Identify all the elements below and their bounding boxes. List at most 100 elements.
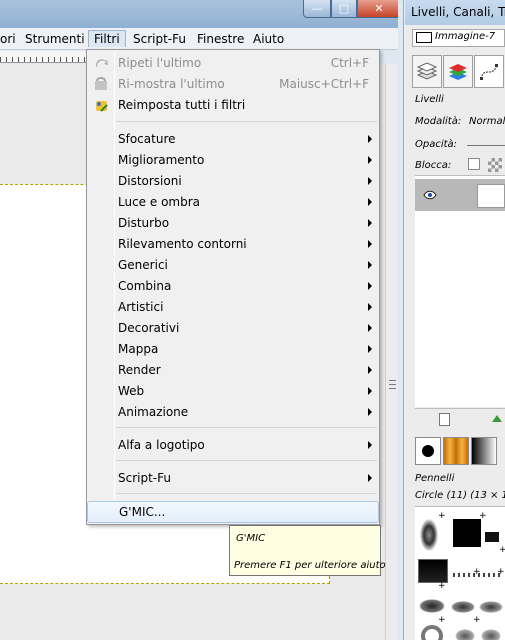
menu-item-label: Reimposta tutti i filtri — [118, 98, 246, 112]
menu-item-label: Disturbo — [118, 216, 170, 230]
menu-item-label: Combina — [118, 279, 172, 293]
submenu-arrow-icon — [368, 282, 372, 290]
menu-aiuto[interactable]: Aiuto — [253, 31, 284, 48]
menu-strumenti[interactable]: Strumenti — [25, 31, 85, 48]
menu-item-combina[interactable]: Combina — [87, 276, 379, 297]
submenu-arrow-icon — [368, 345, 372, 353]
menu-item-miglioramento[interactable]: Miglioramento — [87, 150, 379, 171]
opacity-slider[interactable] — [467, 145, 505, 146]
repeat-icon — [95, 59, 108, 67]
window-titlebar: — □ ✕ — [0, 0, 401, 28]
menu-item-gmic[interactable]: G'MIC... — [87, 501, 379, 523]
menu-item-shortcut: Ctrl+F — [330, 56, 369, 70]
menu-item-web[interactable]: Web — [87, 381, 379, 402]
tooltip-help-text: Premere F1 per ulteriore aiuto — [234, 560, 386, 571]
maximize-icon: □ — [338, 2, 350, 15]
ruler-ticks — [0, 57, 88, 62]
layers-dock-window: Livelli, Canali, Tra Immagine-7 — [398, 0, 505, 640]
submenu-arrow-icon — [368, 387, 372, 395]
minimize-button[interactable]: — — [303, 0, 331, 18]
tab-channels[interactable] — [443, 55, 473, 88]
submenu-arrow-icon — [368, 261, 372, 269]
menu-script-fu[interactable]: Script-Fu — [133, 31, 186, 48]
menu-item-repeat-last[interactable]: Ripeti l'ultimo Ctrl+F — [87, 53, 379, 74]
menu-item-render[interactable]: Render — [87, 360, 379, 381]
menu-item-reshow-last[interactable]: Ri-mostra l'ultimo Maiusc+Ctrl+F — [87, 74, 379, 95]
close-button[interactable]: ✕ — [357, 0, 401, 18]
menu-item-rilevamento-contorni[interactable]: Rilevamento contorni — [87, 234, 379, 255]
menu-item-disturbo[interactable]: Disturbo — [87, 213, 379, 234]
menu-item-alfa-a-logotipo[interactable]: Alfa a logotipo — [87, 435, 379, 456]
lock-alpha-icon[interactable] — [488, 158, 502, 172]
image-name: Immagine-7 — [435, 31, 496, 42]
minimize-icon: — — [311, 2, 323, 15]
menu-item-script-fu[interactable]: Script-Fu — [87, 468, 379, 489]
tab-paths[interactable] — [474, 55, 504, 88]
menu-item-decorativi[interactable]: Decorativi — [87, 318, 379, 339]
channels-icon — [449, 64, 467, 80]
submenu-arrow-icon — [368, 408, 372, 416]
menu-item-label: G'MIC... — [119, 505, 166, 519]
menu-item-label: Rilevamento contorni — [118, 237, 247, 251]
menu-item-distorsioni[interactable]: Distorsioni — [87, 171, 379, 192]
filters-dropdown-menu: Ripeti l'ultimo Ctrl+F Ri-mostra l'ultim… — [86, 49, 380, 525]
menu-item-label: Miglioramento — [118, 153, 205, 167]
menu-finestre[interactable]: Finestre — [197, 31, 244, 48]
tooltip-title: G'MIC — [236, 533, 266, 544]
submenu-arrow-icon — [368, 198, 372, 206]
paths-icon — [480, 64, 498, 80]
submenu-arrow-icon — [368, 474, 372, 482]
submenu-arrow-icon — [368, 156, 372, 164]
menu-item-label: Luce e ombra — [118, 195, 201, 209]
menu-item-label: Distorsioni — [118, 174, 182, 188]
gmic-tooltip: G'MIC Premere F1 per ulteriore aiuto — [229, 525, 386, 576]
lock-label: Blocca: — [415, 160, 452, 171]
menu-separator — [116, 121, 377, 122]
menu-item-label: Ripeti l'ultimo — [118, 56, 202, 70]
menu-item-luce-e-ombra[interactable]: Luce e ombra — [87, 192, 379, 213]
submenu-arrow-icon — [368, 303, 372, 311]
menu-item-sfocature[interactable]: Sfocature — [87, 129, 379, 150]
menu-item-generici[interactable]: Generici — [87, 255, 379, 276]
menu-item-animazione[interactable]: Animazione — [87, 402, 379, 423]
menu-separator — [116, 427, 377, 428]
menu-item-label: Animazione — [118, 405, 189, 419]
menu-item-label: Web — [118, 384, 145, 398]
menu-separator — [116, 493, 377, 494]
menubar: ori Strumenti Filtri Script-Fu Finestre … — [0, 28, 398, 50]
menu-item-shortcut: Maiusc+Ctrl+F — [279, 77, 369, 91]
menu-item-label: Alfa a logotipo — [118, 438, 205, 452]
reset-filters-icon — [96, 101, 108, 112]
image-selector[interactable]: Immagine-7 — [412, 29, 505, 47]
submenu-arrow-icon — [368, 366, 372, 374]
menu-item-reset-all-filters[interactable]: Reimposta tutti i filtri — [87, 95, 379, 116]
menu-colori[interactable]: ori — [0, 31, 16, 48]
maximize-button[interactable]: □ — [331, 0, 357, 18]
menu-item-label: Ri-mostra l'ultimo — [118, 77, 225, 91]
submenu-arrow-icon — [368, 135, 372, 143]
menu-item-label: Mappa — [118, 342, 159, 356]
horizontal-ruler — [0, 51, 88, 63]
lock-pixels-checkbox[interactable] — [468, 158, 480, 170]
dock-tabs — [412, 55, 505, 88]
submenu-arrow-icon — [368, 240, 372, 248]
submenu-arrow-icon — [368, 324, 372, 332]
mode-select[interactable]: Normal — [469, 116, 505, 127]
reshow-icon — [95, 77, 107, 90]
vertical-scrollbar[interactable] — [385, 64, 398, 640]
tab-layers[interactable] — [412, 55, 442, 88]
menu-item-artistici[interactable]: Artistici — [87, 297, 379, 318]
image-thumbnail — [416, 32, 432, 43]
scrollbar-grip-icon[interactable] — [389, 380, 396, 389]
menu-item-label: Artistici — [118, 300, 164, 314]
menu-item-label: Render — [118, 363, 161, 377]
layers-icon — [416, 62, 438, 80]
close-icon: ✕ — [374, 2, 384, 15]
menu-filtri[interactable]: Filtri — [88, 30, 126, 47]
submenu-arrow-icon — [368, 441, 372, 449]
menu-item-mappa[interactable]: Mappa — [87, 339, 379, 360]
dock-title: Livelli, Canali, Tra — [405, 0, 505, 25]
submenu-arrow-icon — [368, 219, 372, 227]
mode-label: Modalità: — [415, 116, 462, 127]
submenu-arrow-icon — [368, 177, 372, 185]
